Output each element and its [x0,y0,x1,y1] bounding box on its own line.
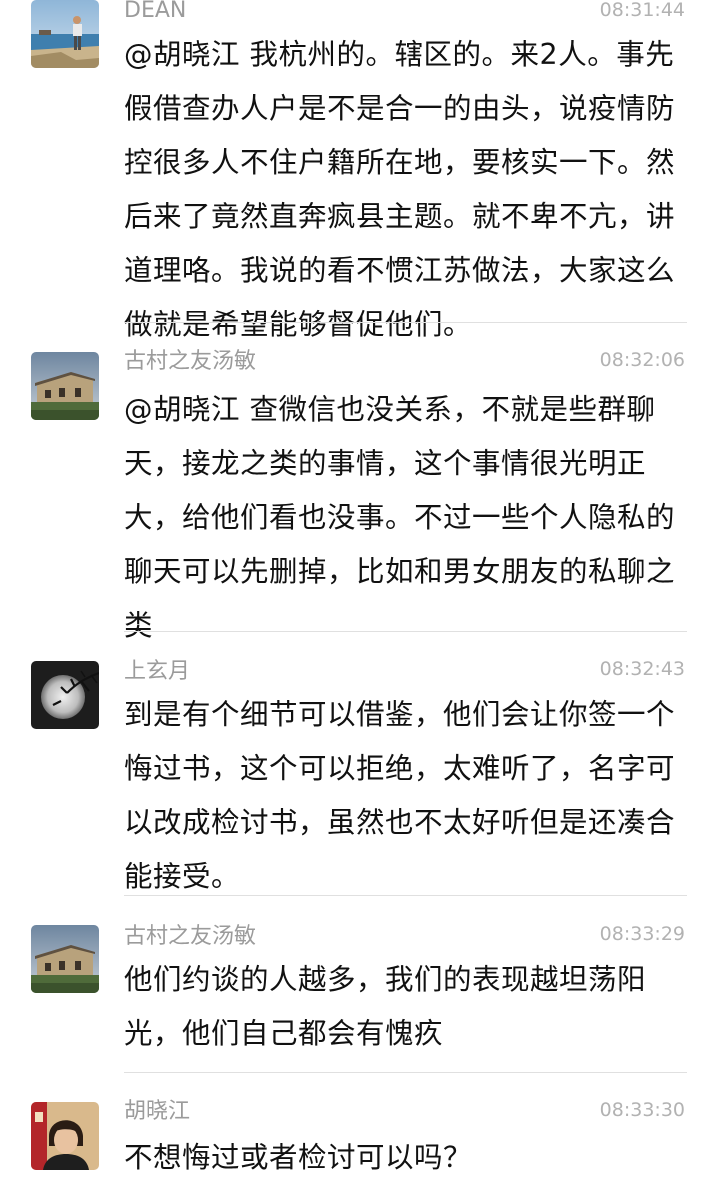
woman-portrait-avatar[interactable] [31,1102,99,1170]
message-text: 他们约谈的人越多，我们的表现越坦荡阳光，他们自己都会有愧疚 [124,963,647,1050]
message-text: @胡晓江 查微信也没关系，不就是些群聊天，接龙之类的事情，这个事情很光明正大，给… [124,393,676,642]
beach-person-avatar-image [31,0,99,68]
beach-person-avatar[interactable] [31,0,99,68]
moon-tree-avatar[interactable] [31,661,99,729]
message-divider [124,1072,687,1073]
message-text: 不想悔过或者检讨可以吗？ [124,1141,473,1174]
message-timestamp: 08:33:29 [599,923,685,945]
sender-name[interactable]: 胡晓江 [124,1099,190,1125]
old-building-avatar[interactable] [31,925,99,993]
old-building-avatar-image [31,925,99,993]
woman-portrait-avatar-image [31,1102,99,1170]
message-timestamp: 08:31:44 [599,0,685,21]
chat-message-list: DEAN 08:31:44 @胡晓江 我杭州的。辖区的。来2人。事先假借查办人户… [0,0,713,1200]
message-timestamp: 08:33:30 [599,1099,685,1121]
message-divider [124,895,687,896]
moon-tree-avatar-image [31,661,99,729]
sender-name[interactable]: 上玄月 [124,659,190,685]
sender-name[interactable]: DEAN [124,0,186,24]
old-building-avatar[interactable] [31,352,99,420]
message-text: @胡晓江 我杭州的。辖区的。来2人。事先假借查办人户是不是合一的由头，说疫情防控… [124,38,676,341]
message-divider [124,322,687,323]
sender-name[interactable]: 古村之友汤敏 [124,924,256,950]
message-text: 到是有个细节可以借鉴，他们会让你签一个悔过书，这个可以拒绝，太难听了，名字可以改… [124,698,676,893]
message-divider [124,631,687,632]
sender-name[interactable]: 古村之友汤敏 [124,349,256,375]
message-timestamp: 08:32:43 [599,658,685,680]
old-building-avatar-image [31,352,99,420]
message-timestamp: 08:32:06 [599,349,685,371]
